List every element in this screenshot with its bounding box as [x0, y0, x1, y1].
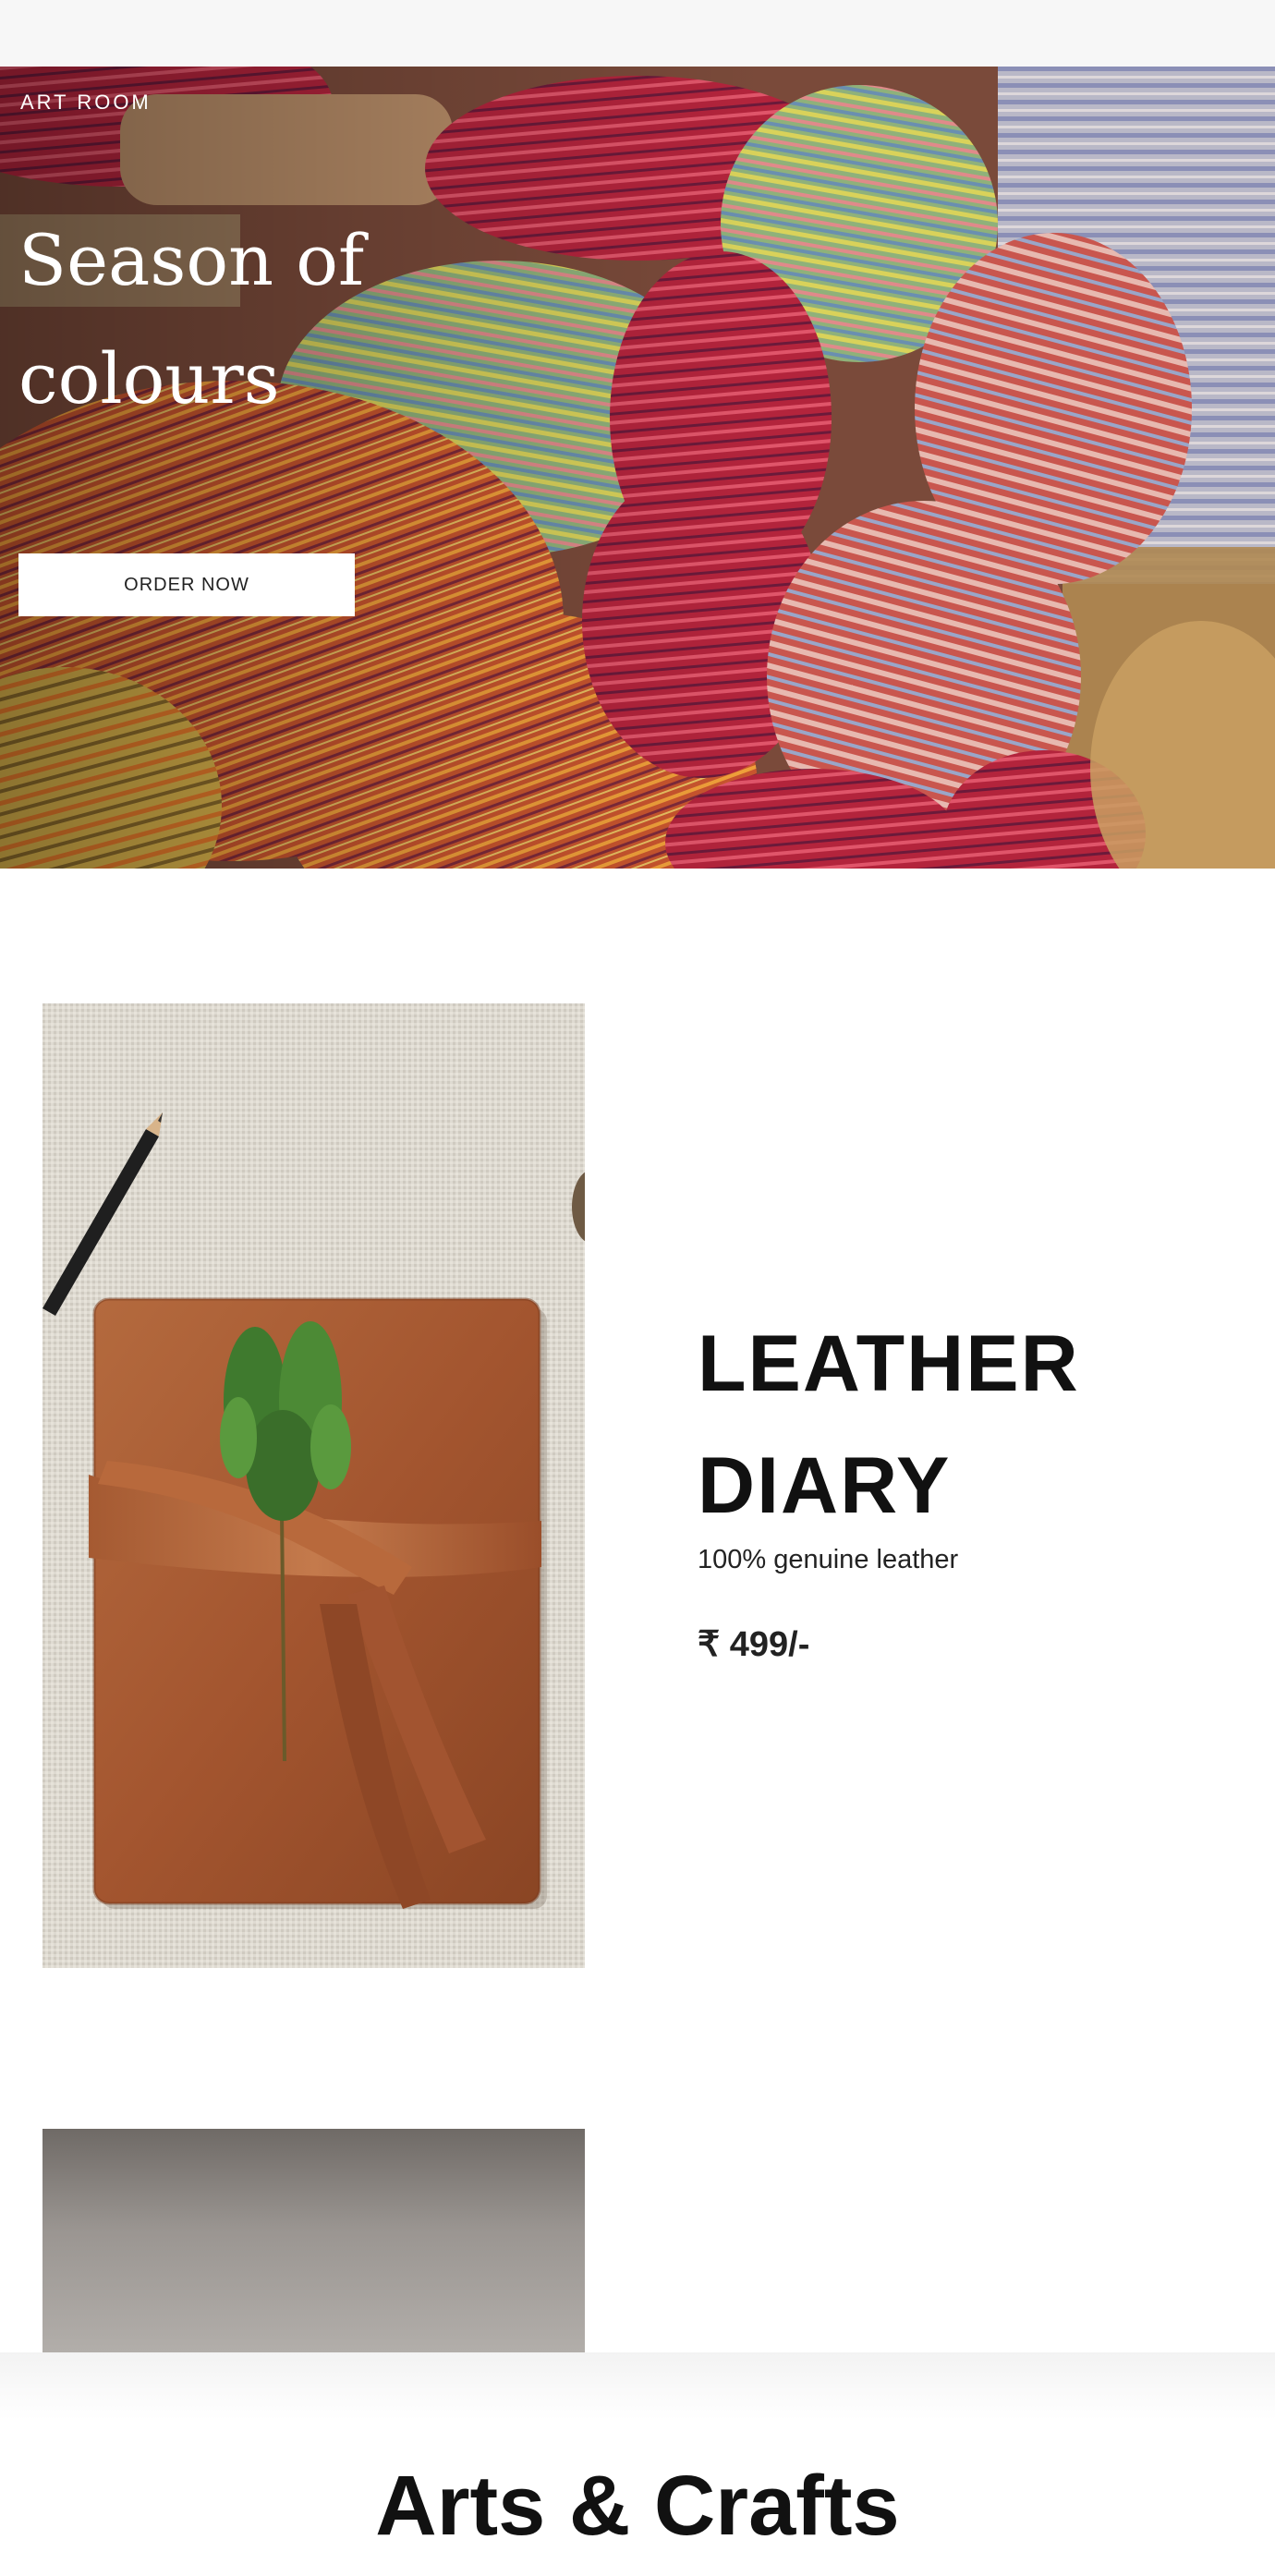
- top-bar: [0, 0, 1275, 67]
- product-price: ₹ 499/-: [698, 1625, 810, 1664]
- brand-label: ART ROOM: [20, 91, 152, 114]
- hero-banner: [0, 67, 1275, 869]
- product-description: 100% genuine leather: [698, 1545, 959, 1574]
- product-name-line-1: LEATHER: [698, 1319, 1080, 1408]
- hero-title-line-1: Season of: [18, 219, 365, 301]
- next-product-image[interactable]: [42, 2129, 585, 2352]
- hero-title: Season of colours: [18, 201, 499, 438]
- hero-title-line-2: colours: [18, 337, 280, 419]
- hero-overlay: [0, 67, 1275, 869]
- product-name-line-2: DIARY: [698, 1441, 952, 1530]
- order-now-button[interactable]: ORDER NOW: [18, 553, 355, 616]
- product-name: LEATHER DIARY: [698, 1303, 1215, 1547]
- section-title: Arts & Crafts: [375, 2459, 900, 2553]
- leather-diary-image[interactable]: [42, 1003, 585, 1968]
